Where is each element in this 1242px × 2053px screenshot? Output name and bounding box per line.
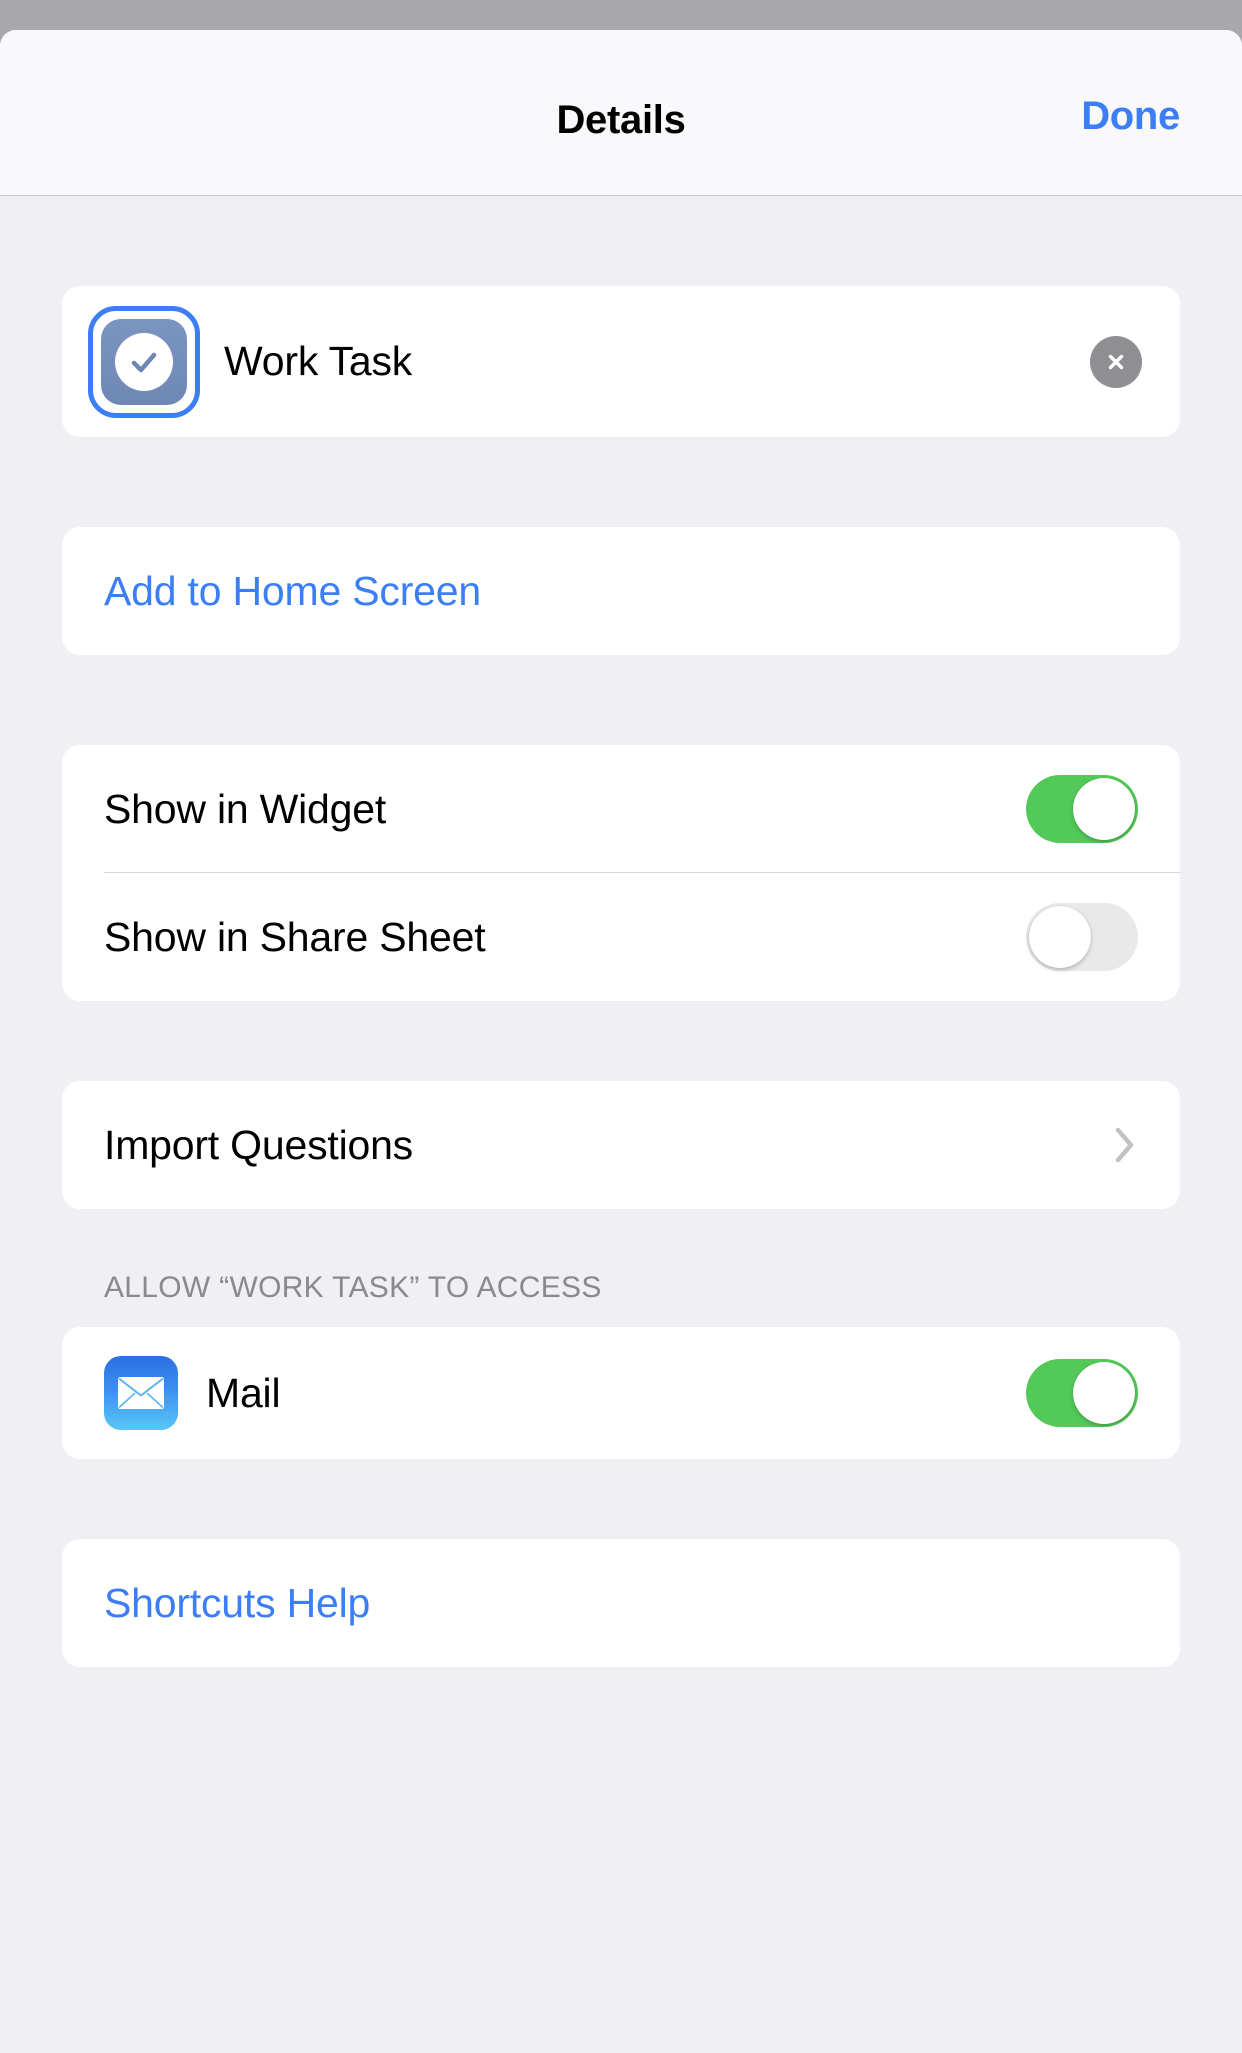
access-apps-card: Mail bbox=[62, 1327, 1180, 1459]
import-questions-row[interactable]: Import Questions bbox=[62, 1081, 1180, 1209]
add-to-home-screen-card: Add to Home Screen bbox=[62, 527, 1180, 655]
show-in-widget-row[interactable]: Show in Widget bbox=[62, 745, 1180, 873]
close-circle-icon[interactable] bbox=[1090, 335, 1142, 388]
done-button[interactable]: Done bbox=[1081, 94, 1180, 139]
add-to-home-screen-label: Add to Home Screen bbox=[104, 567, 481, 614]
show-in-widget-label: Show in Widget bbox=[104, 785, 387, 832]
show-in-widget-toggle[interactable] bbox=[1026, 775, 1138, 843]
import-questions-label: Import Questions bbox=[104, 1121, 413, 1168]
mail-label: Mail bbox=[206, 1369, 281, 1416]
close-glyph bbox=[1108, 354, 1124, 369]
details-sheet: Details Done Work Task Add to Home Scree… bbox=[0, 30, 1242, 2053]
show-in-share-sheet-toggle[interactable] bbox=[1026, 903, 1138, 971]
toggle-knob bbox=[1073, 1362, 1135, 1424]
shortcut-name-value[interactable]: Work Task bbox=[224, 338, 1090, 385]
show-in-share-sheet-row[interactable]: Show in Share Sheet bbox=[62, 873, 1180, 1001]
settings-list: Work Task Add to Home Screen Show in Wid… bbox=[0, 196, 1242, 1667]
icon-selection-ring bbox=[88, 305, 200, 418]
mail-icon bbox=[104, 1356, 178, 1430]
mail-access-toggle[interactable] bbox=[1026, 1359, 1138, 1427]
show-in-share-sheet-label: Show in Share Sheet bbox=[104, 913, 486, 960]
shortcut-name-row[interactable]: Work Task bbox=[62, 286, 1180, 437]
shortcut-name-card: Work Task bbox=[62, 286, 1180, 437]
toggle-knob bbox=[1073, 778, 1135, 840]
navigation-bar: Details Done bbox=[0, 30, 1242, 196]
access-section-header: ALLOW “WORK TASK” TO ACCESS bbox=[104, 1271, 602, 1304]
mail-access-row[interactable]: Mail bbox=[62, 1327, 1180, 1459]
toggle-knob bbox=[1029, 906, 1091, 968]
page-title: Details bbox=[556, 98, 686, 142]
envelope-glyph bbox=[118, 1377, 164, 1409]
visibility-switches-card: Show in Widget Show in Share Sheet bbox=[62, 745, 1180, 1001]
add-to-home-screen-row[interactable]: Add to Home Screen bbox=[62, 527, 1180, 655]
chevron-glyph bbox=[1115, 1127, 1134, 1163]
chevron-right-icon bbox=[1112, 1123, 1138, 1167]
shortcuts-help-card: Shortcuts Help bbox=[62, 1539, 1180, 1667]
shortcut-icon-button[interactable] bbox=[88, 305, 200, 418]
shortcuts-help-row[interactable]: Shortcuts Help bbox=[62, 1539, 1180, 1667]
import-questions-card: Import Questions bbox=[62, 1081, 1180, 1209]
shortcuts-help-label: Shortcuts Help bbox=[104, 1579, 371, 1626]
